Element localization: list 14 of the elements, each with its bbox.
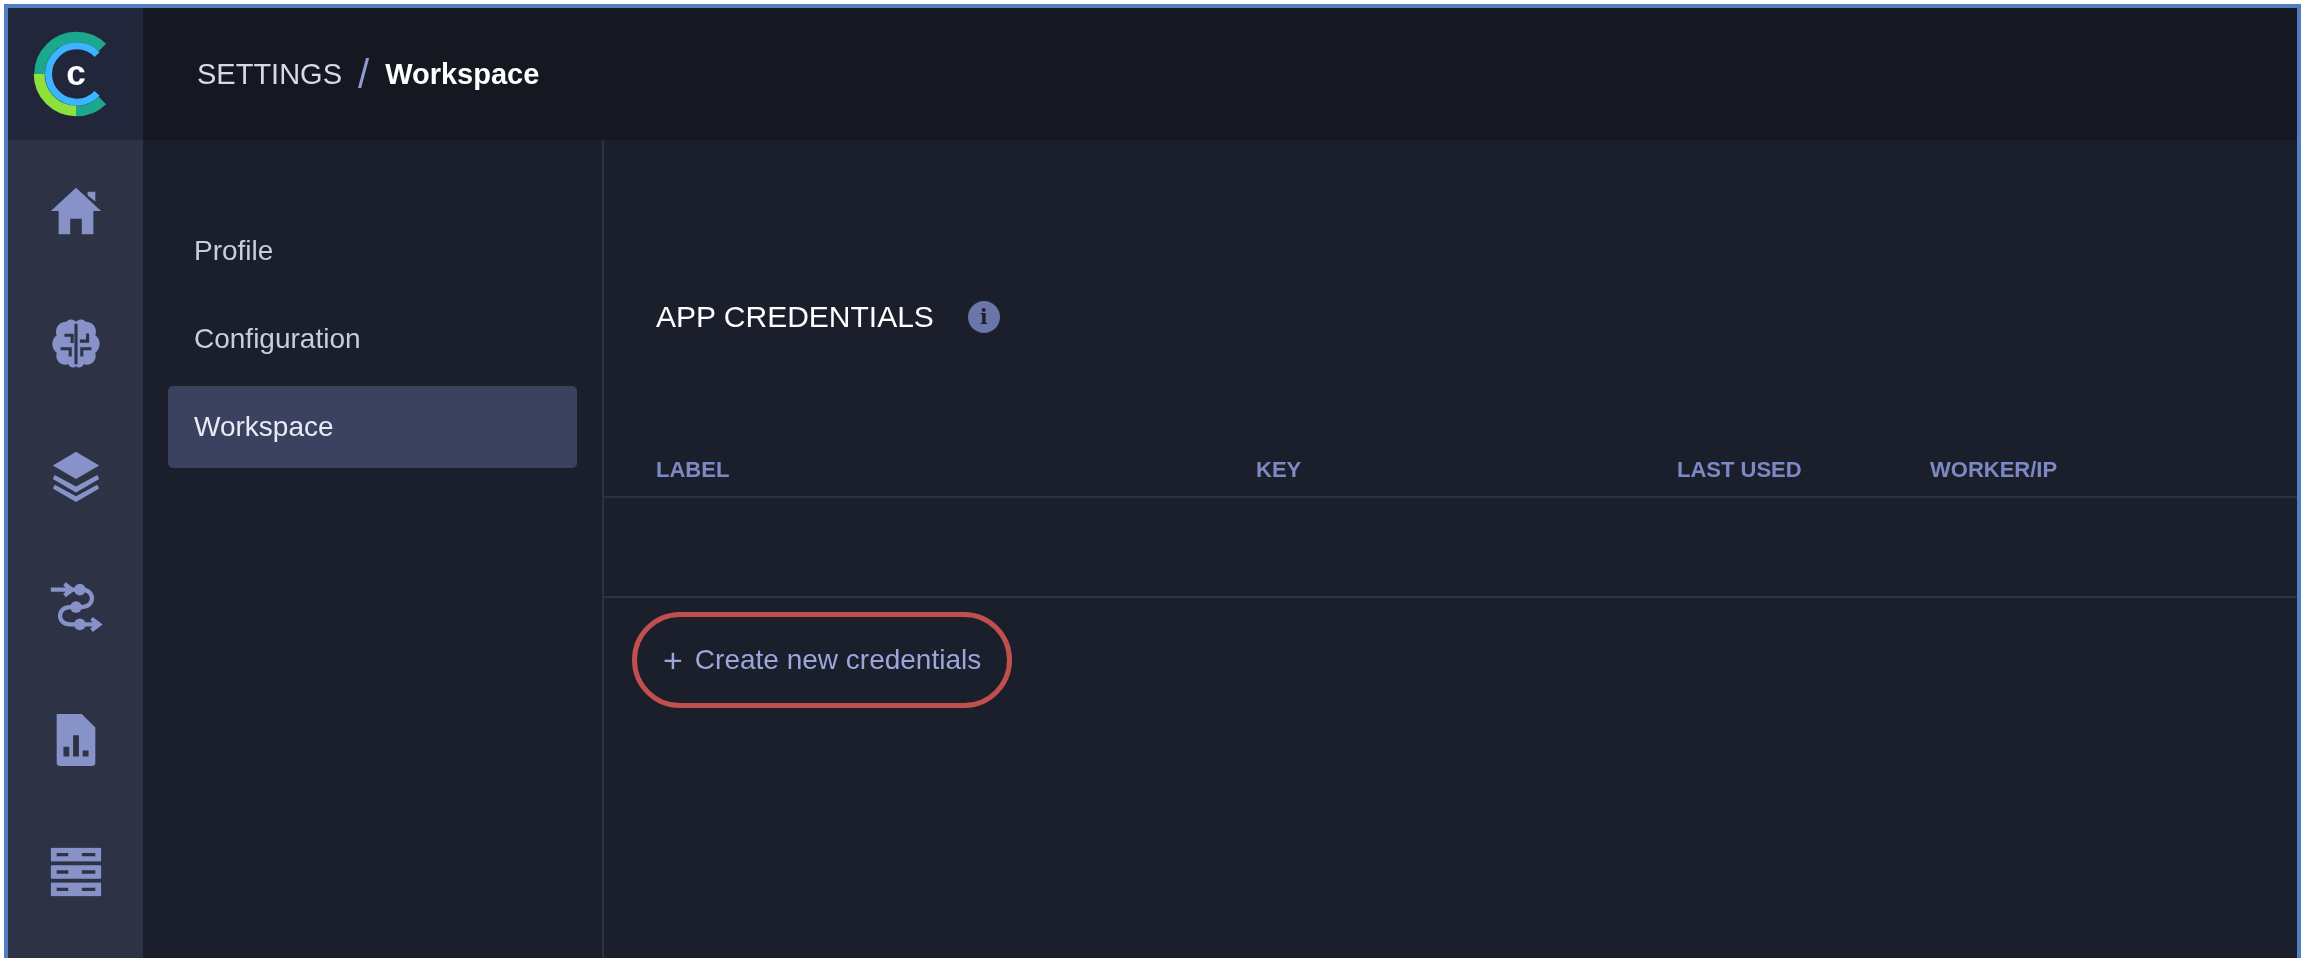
settings-nav-item[interactable]: Configuration — [168, 298, 577, 380]
logo-letter: c — [65, 53, 86, 93]
info-icon[interactable]: i — [967, 301, 1000, 333]
column-header: WORKER/IP — [1930, 457, 2059, 483]
page-title: Workspace — [385, 57, 540, 91]
section-title: APP CREDENTIALS — [656, 300, 934, 334]
settings-nav-item[interactable]: Profile — [168, 210, 577, 292]
create-credentials-button[interactable]: + Create new credentials — [632, 612, 1013, 708]
breadcrumb-separator: / — [358, 51, 370, 97]
settings-nav-item[interactable]: Workspace — [168, 386, 577, 468]
column-header: LABEL — [656, 457, 731, 483]
breadcrumb-link[interactable]: SETTINGS — [197, 57, 342, 91]
column-header: LAST USED — [1677, 457, 1803, 483]
column-header: KEY — [1256, 457, 1303, 483]
